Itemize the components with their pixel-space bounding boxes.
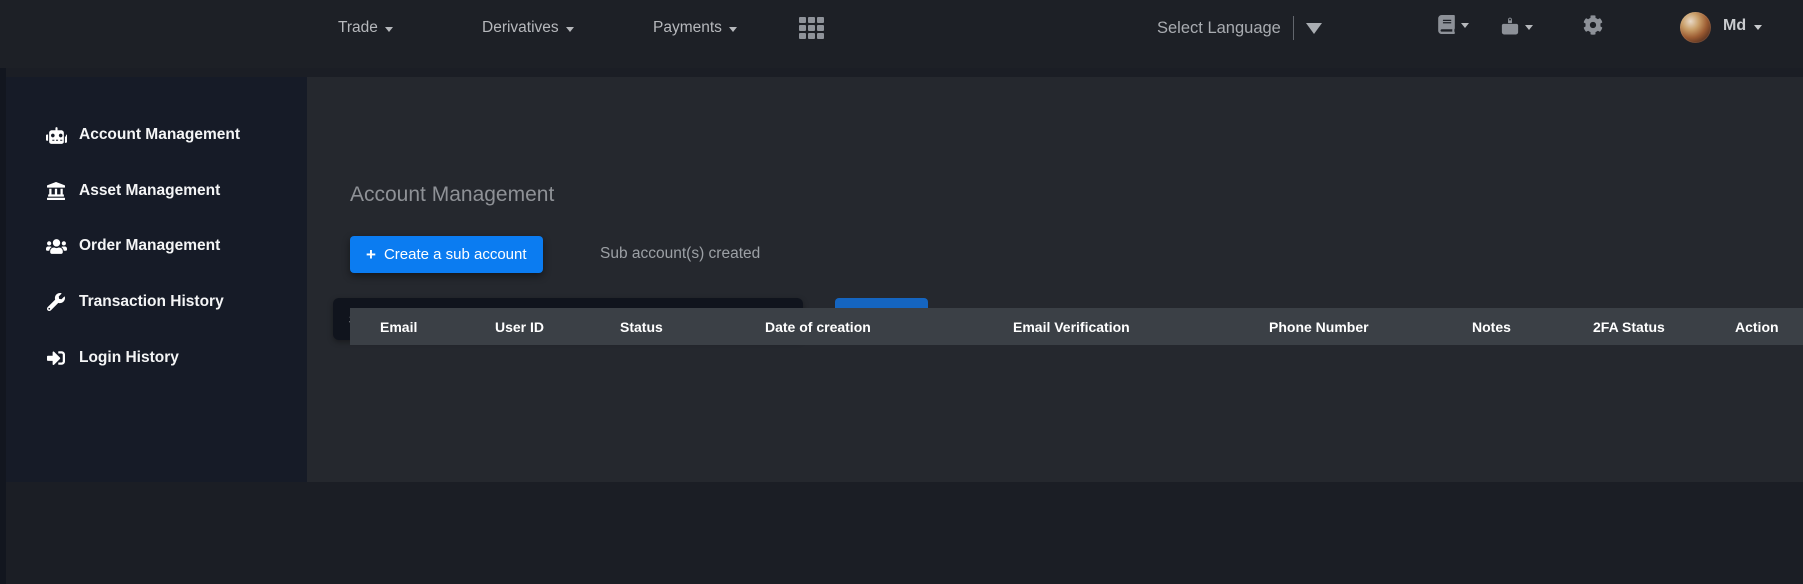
sidebar-item-order-management[interactable]: Order Management — [6, 231, 307, 261]
nav-menu-trade-label: Trade — [338, 19, 378, 37]
gear-icon — [1583, 15, 1603, 35]
robot-icon — [43, 127, 69, 144]
nav-menu-payments-label: Payments — [653, 19, 722, 37]
users-icon — [43, 238, 69, 255]
column-header-2fa-status: 2FA Status — [1593, 308, 1665, 345]
column-header-notes: Notes — [1472, 308, 1511, 345]
caret-down-icon — [1461, 23, 1469, 28]
column-header-email-verification: Email Verification — [1013, 308, 1130, 345]
bank-icon — [43, 182, 69, 200]
caret-down-icon — [1525, 25, 1533, 30]
sub-accounts-created-text: Sub account(s) created — [600, 245, 760, 263]
caret-down-icon — [729, 27, 737, 32]
table-header-row: Email User ID Status Date of creation Em… — [350, 308, 1803, 345]
nav-menu-derivatives[interactable]: Derivatives — [482, 17, 574, 39]
book-icon — [1437, 15, 1456, 34]
caret-down-icon — [566, 27, 574, 32]
language-selector-label: Select Language — [1157, 19, 1281, 38]
sidebar-item-label: Order Management — [79, 237, 220, 255]
sidebar-item-login-history[interactable]: Login History — [6, 343, 307, 373]
column-header-phone-number: Phone Number — [1269, 308, 1369, 345]
column-header-email: Email — [380, 308, 417, 345]
main-content: Account Management + Create a sub accoun… — [307, 77, 1803, 482]
page-title: Account Management — [350, 183, 554, 207]
user-name: Md — [1723, 17, 1746, 35]
create-sub-account-button[interactable]: + Create a sub account — [350, 236, 543, 273]
divider — [1293, 16, 1294, 40]
sidebar-item-label: Login History — [79, 349, 179, 367]
sidebar-item-label: Account Management — [79, 126, 240, 144]
user-avatar[interactable] — [1680, 12, 1711, 43]
plus-icon: + — [366, 246, 376, 263]
sign-in-icon — [43, 349, 69, 367]
column-header-date-of-creation: Date of creation — [765, 308, 871, 345]
language-selector[interactable]: Select Language — [1157, 16, 1322, 40]
caret-down-icon — [385, 27, 393, 32]
sidebar-item-transaction-history[interactable]: Transaction History — [6, 287, 307, 317]
wallet-menu-button[interactable] — [1500, 15, 1533, 37]
apps-grid-icon[interactable] — [799, 17, 824, 39]
sidebar: Account Management Asset Management Orde… — [6, 77, 307, 482]
column-header-user-id: User ID — [495, 308, 544, 345]
top-navbar: Trade Derivatives Payments Select Langua… — [0, 0, 1803, 68]
create-sub-account-label: Create a sub account — [384, 246, 527, 263]
wrench-icon — [43, 293, 69, 311]
book-menu-button[interactable] — [1437, 15, 1469, 34]
user-menu[interactable]: Md — [1723, 17, 1762, 35]
sidebar-item-label: Transaction History — [79, 293, 224, 311]
triangle-down-icon — [1306, 23, 1322, 34]
nav-menu-trade[interactable]: Trade — [338, 17, 393, 39]
settings-button[interactable] — [1583, 15, 1603, 35]
sidebar-item-account-management[interactable]: Account Management — [6, 120, 307, 150]
column-header-action: Action — [1735, 308, 1779, 345]
caret-down-icon — [1754, 25, 1762, 30]
app-window: Trade Derivatives Payments Select Langua… — [0, 0, 1803, 584]
sidebar-item-label: Asset Management — [79, 182, 220, 200]
nav-menu-payments[interactable]: Payments — [653, 17, 737, 39]
sidebar-item-asset-management[interactable]: Asset Management — [6, 176, 307, 206]
nav-menu-derivatives-label: Derivatives — [482, 19, 559, 37]
column-header-status: Status — [620, 308, 663, 345]
wallet-lock-icon — [1500, 15, 1520, 37]
